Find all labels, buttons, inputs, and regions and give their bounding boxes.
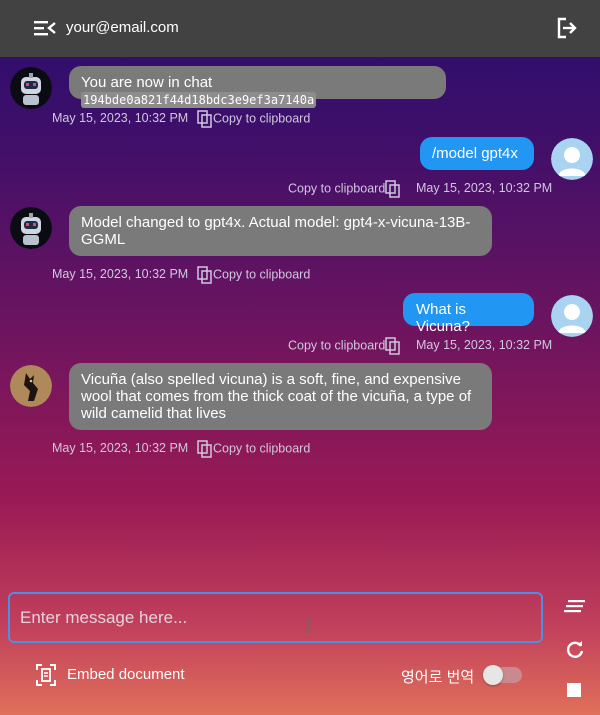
message-input[interactable] [10,594,541,641]
bot-message-bubble: Vicuña (also spelled vicuna) is a soft, … [69,363,492,430]
translate-toggle[interactable] [483,665,522,685]
menu-collapse-icon[interactable] [34,18,56,38]
message-timestamp: May 15, 2023, 10:32 PM [416,338,553,352]
message-text: What is Vicuna? [416,301,470,335]
copy-icon [385,180,401,198]
chat-id-code: 194bde0a821f44d18bdc3e9ef3a7140a [81,92,317,108]
message-text: You are now in chat [81,74,213,91]
bot-message-bubble: Model changed to gpt4x. Actual model: gp… [69,206,492,256]
stop-icon[interactable] [567,683,581,697]
bot-avatar [10,207,52,249]
message-text: Model changed to gpt4x. Actual model: gp… [81,214,471,248]
logout-icon[interactable] [555,16,577,40]
copy-to-clipboard-button[interactable]: Copy to clipboard [288,180,401,198]
translate-label: 영어로 번역 [401,669,475,686]
user-avatar [551,295,593,337]
top-app-bar: your@email.com [0,0,600,57]
embed-document-button[interactable]: Embed document [67,666,185,683]
copy-to-clipboard-button[interactable]: Copy to clipboard [288,337,401,355]
user-message-bubble: /model gpt4x [420,137,534,170]
copy-label: Copy to clipboard [213,441,311,456]
message-timestamp: May 15, 2023, 10:32 PM [416,181,553,195]
toggle-knob [483,665,503,685]
copy-label: Copy to clipboard [213,111,311,126]
copy-icon [385,337,401,355]
message-timestamp: May 15, 2023, 10:32 PM [52,441,189,455]
copy-icon [197,266,212,284]
copy-icon [197,440,212,458]
copy-to-clipboard-button[interactable]: Copy to clipboard [197,110,310,128]
text-cursor-icon [306,619,312,633]
copy-label: Copy to clipboard [288,338,386,353]
refresh-icon[interactable] [565,639,585,659]
message-timestamp: May 15, 2023, 10:32 PM [52,111,189,125]
message-input-container [8,592,543,643]
bot-message-bubble: You are now in chat 194bde0a821f44d18bdc… [69,66,446,108]
copy-to-clipboard-button[interactable]: Copy to clipboard [197,440,310,458]
message-text: Vicuña (also spelled vicuna) is a soft, … [81,371,472,422]
clear-format-icon[interactable] [564,599,586,613]
bot-avatar [10,67,52,109]
user-message-bubble: What is Vicuna? [403,293,534,335]
copy-icon [197,110,212,128]
embed-document-icon[interactable] [35,663,57,687]
vicuna-avatar [10,365,52,407]
message-text: /model gpt4x [432,145,518,162]
user-email: your@email.com [66,19,179,36]
user-avatar [551,138,593,180]
copy-label: Copy to clipboard [288,181,386,196]
message-timestamp: May 15, 2023, 10:32 PM [52,267,189,281]
copy-label: Copy to clipboard [213,267,311,282]
copy-to-clipboard-button[interactable]: Copy to clipboard [197,266,310,284]
